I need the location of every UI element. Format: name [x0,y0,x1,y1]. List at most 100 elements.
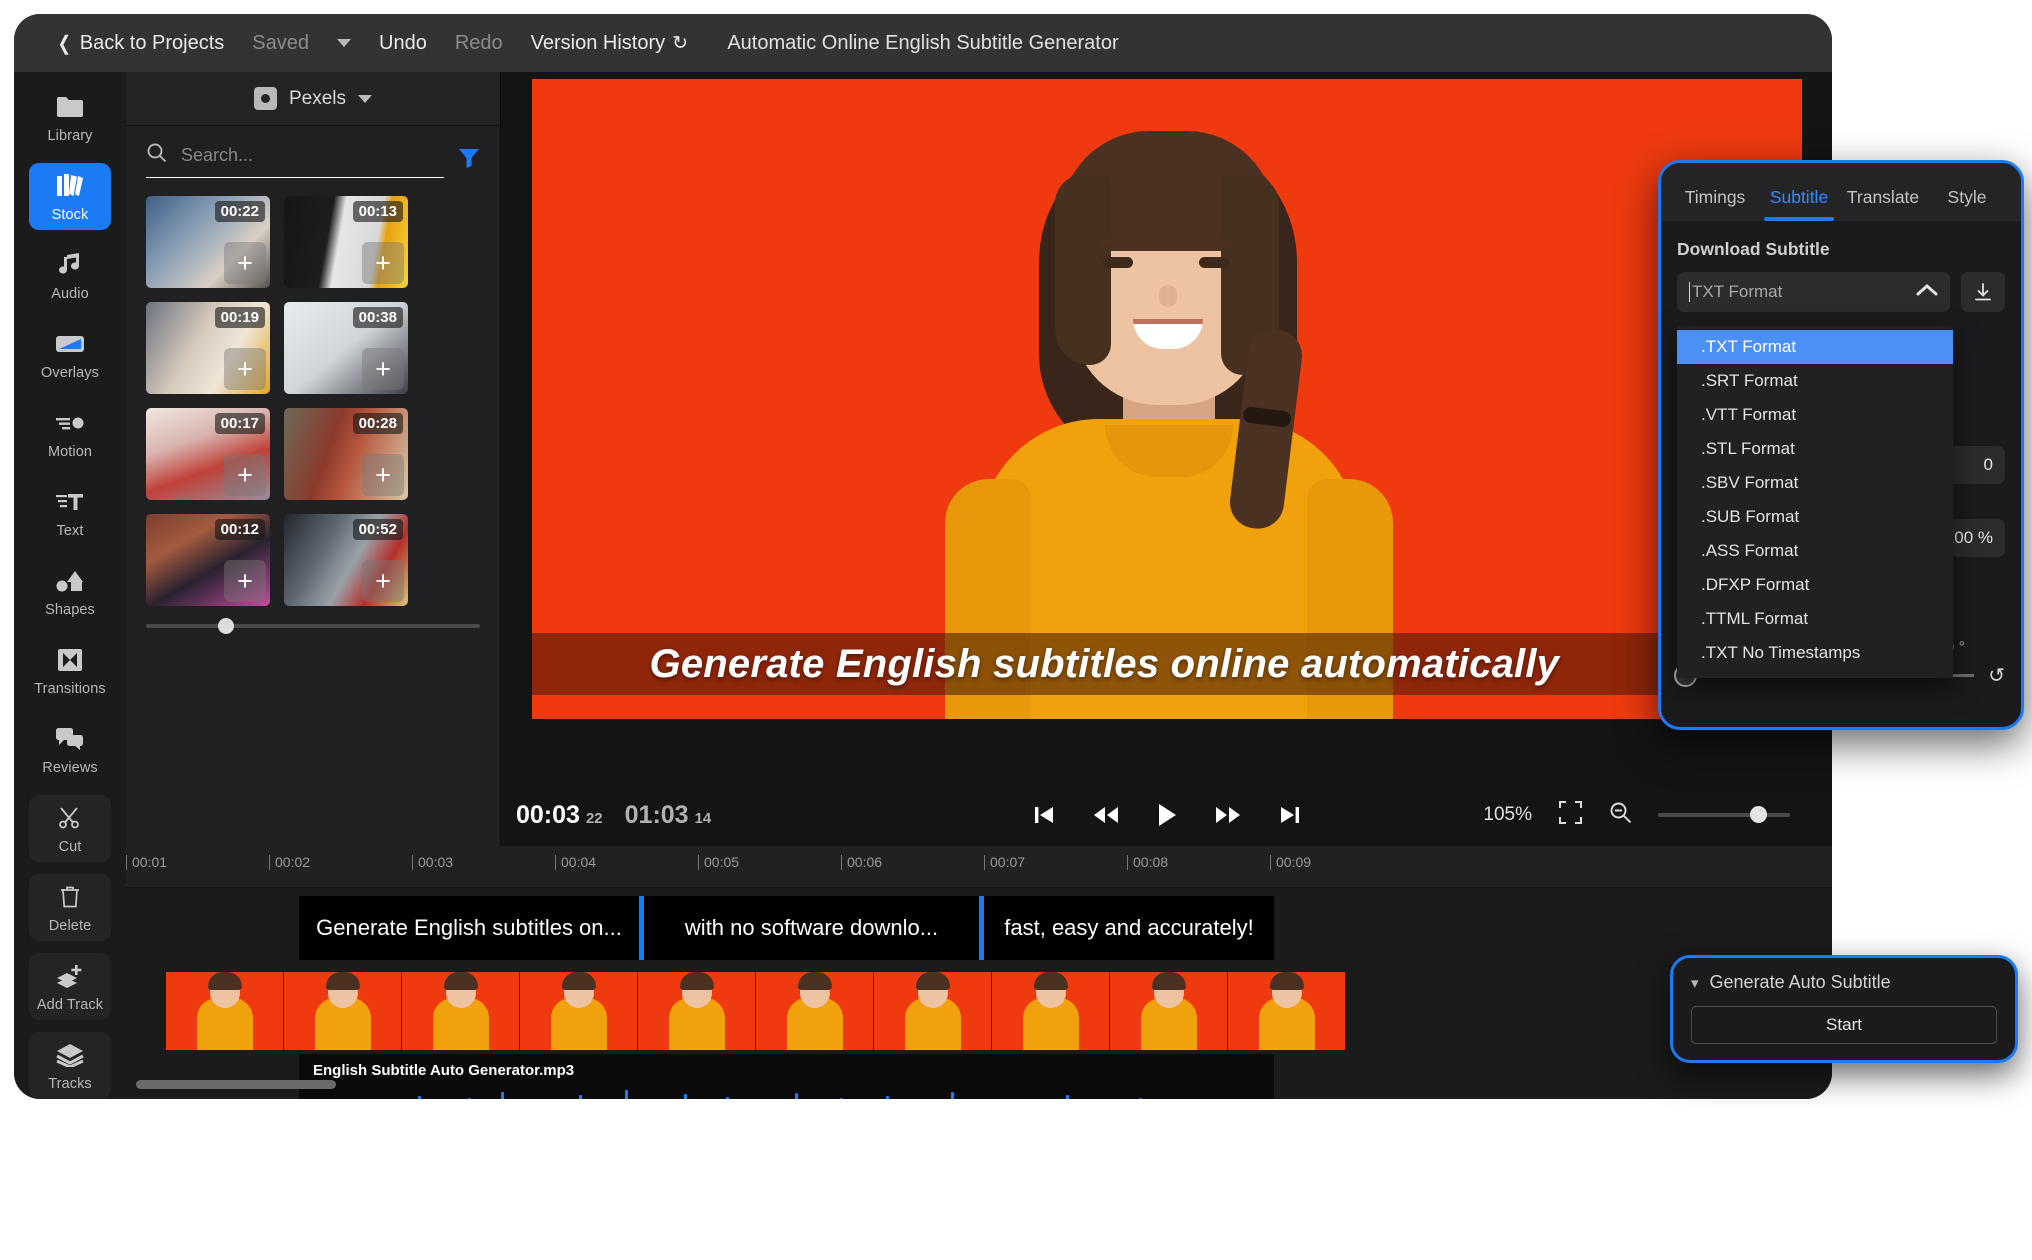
stock-thumbnail[interactable]: 00:52 + [284,514,408,606]
generate-panel-label: Generate Auto Subtitle [1710,972,1891,993]
option-item[interactable]: .ASS Format [1677,534,1953,568]
tracks-button[interactable]: Tracks [29,1032,111,1099]
zoom-slider-knob[interactable] [1750,806,1767,823]
stock-thumbnail[interactable]: 00:22 + [146,196,270,288]
generate-panel-header[interactable]: ▾ Generate Auto Subtitle [1691,972,1997,993]
timeline-ruler[interactable]: 00:01 00:02 00:03 00:04 00:05 00:06 00:0… [126,846,1832,888]
add-clip-button[interactable]: + [362,348,404,390]
video-track[interactable] [166,972,1346,1050]
slider-knob[interactable] [218,618,234,634]
thumbnail-duration: 00:22 [215,201,265,222]
video-frame-thumb [874,972,992,1050]
sidebar-item-transitions[interactable]: Transitions [29,637,111,704]
scrollbar-thumb[interactable] [136,1080,336,1089]
add-clip-button[interactable]: + [224,348,266,390]
sidebar-item-shapes[interactable]: Shapes [29,558,111,625]
subtitle-format-select[interactable]: TXT Format [1677,272,1950,312]
add-clip-button[interactable]: + [362,454,404,496]
stock-thumbnail[interactable]: 00:28 + [284,408,408,500]
timeline-horizontal-scrollbar[interactable] [126,1080,1832,1089]
sidebar-item-reviews[interactable]: Reviews [29,716,111,783]
add-clip-button[interactable]: + [224,454,266,496]
download-button[interactable] [1961,272,2005,312]
preview-subtitle-text: Generate English subtitles online automa… [532,642,1560,687]
rewind-icon[interactable] [1093,804,1119,826]
add-track-button[interactable]: Add Track [29,953,111,1020]
option-item[interactable]: .TTML Format [1677,602,1953,636]
trash-icon [59,882,81,912]
download-subtitle-heading: Download Subtitle [1677,239,2005,260]
zoom-out-icon[interactable] [1609,801,1632,829]
chevron-up-icon [1916,283,1938,302]
tab-subtitle[interactable]: Subtitle [1757,187,1841,221]
preview-subtitle-overlay[interactable]: Generate English subtitles online automa… [532,633,1802,695]
option-item[interactable]: .VTT Format [1677,398,1953,432]
tab-timings[interactable]: Timings [1673,187,1757,221]
redo-button[interactable]: Redo [441,32,517,55]
stock-thumbnail[interactable]: 00:13 + [284,196,408,288]
skip-end-icon[interactable] [1279,804,1301,826]
version-history-button[interactable]: Version History ↻ [517,32,702,55]
sidebar-item-label: Audio [51,286,89,302]
search-input[interactable]: Search... [146,142,444,178]
video-frame-thumb [992,972,1110,1050]
sidebar-item-overlays[interactable]: Overlays [29,321,111,388]
video-canvas[interactable]: Generate English subtitles online automa… [532,79,1802,719]
fast-forward-icon[interactable] [1215,804,1241,826]
sidebar-item-label: Shapes [45,602,95,618]
filter-icon[interactable] [458,148,480,173]
fit-to-screen-icon[interactable] [1558,800,1583,830]
sidebar-item-label: Motion [48,444,92,460]
ruler-tick: 00:06 [841,855,882,870]
option-item[interactable]: .STL Format [1677,432,1953,466]
timeline: 00:01 00:02 00:03 00:04 00:05 00:06 00:0… [126,846,1832,1099]
sidebar-item-audio[interactable]: Audio [29,242,111,309]
panel-body: Download Subtitle TXT Format 0 100 % .TX… [1661,221,2021,730]
option-item[interactable]: .SUB Format [1677,500,1953,534]
tab-style[interactable]: Style [1925,187,2009,221]
sidebar-item-label: Overlays [41,365,99,381]
saved-dropdown-button[interactable] [323,39,365,47]
sidebar-item-text[interactable]: Text [29,479,111,546]
add-clip-button[interactable]: + [224,560,266,602]
start-button[interactable]: Start [1691,1006,1997,1044]
current-timecode: 00:03 22 [516,801,603,830]
audio-track[interactable]: English Subtitle Auto Generator.mp3 [299,1054,1274,1099]
stock-source-selector[interactable]: Pexels [126,72,500,126]
stock-thumbnail[interactable]: 00:19 + [146,302,270,394]
play-icon[interactable] [1157,803,1177,827]
option-item[interactable]: .TXT Format [1677,330,1953,364]
sidebar-item-label: Stock [52,207,89,223]
stock-thumbnail[interactable]: 00:12 + [146,514,270,606]
stock-zoom-slider[interactable] [126,606,500,628]
skip-start-icon[interactable] [1033,804,1055,826]
zoom-slider[interactable] [1658,813,1790,817]
stock-thumbnail[interactable]: 00:38 + [284,302,408,394]
subtitle-clip[interactable]: Generate English subtitles on... [299,896,639,960]
stock-thumbnail[interactable]: 00:17 + [146,408,270,500]
tab-translate[interactable]: Translate [1841,187,1925,221]
delete-button[interactable]: Delete [29,874,111,941]
sidebar-item-library[interactable]: Library [29,84,111,151]
back-to-projects-button[interactable]: ❮ Back to Projects [42,31,238,56]
add-clip-button[interactable]: + [224,242,266,284]
option-item[interactable]: .SRT Format [1677,364,1953,398]
option-item[interactable]: .TXT No Timestamps [1677,636,1953,670]
option-item[interactable]: .DFXP Format [1677,568,1953,602]
transitions-icon [57,645,83,675]
add-clip-button[interactable]: + [362,560,404,602]
subtitle-clip[interactable]: with no software downlo... [639,896,979,960]
sidebar-item-motion[interactable]: Motion [29,400,111,467]
stock-books-icon [56,171,84,201]
reset-icon[interactable]: ↺ [1988,663,2005,688]
subtitle-clip[interactable]: fast, easy and accurately! [979,896,1274,960]
option-item[interactable]: .SBV Format [1677,466,1953,500]
add-clip-button[interactable]: + [362,242,404,284]
cut-button[interactable]: Cut [29,795,111,862]
undo-button[interactable]: Undo [365,32,441,55]
subtitle-track: Generate English subtitles on... with no… [299,896,1274,960]
total-timecode: 01:03 14 [625,801,712,830]
thumbnail-duration: 00:52 [353,519,403,540]
sidebar-item-stock[interactable]: Stock [29,163,111,230]
text-icon [56,487,84,517]
